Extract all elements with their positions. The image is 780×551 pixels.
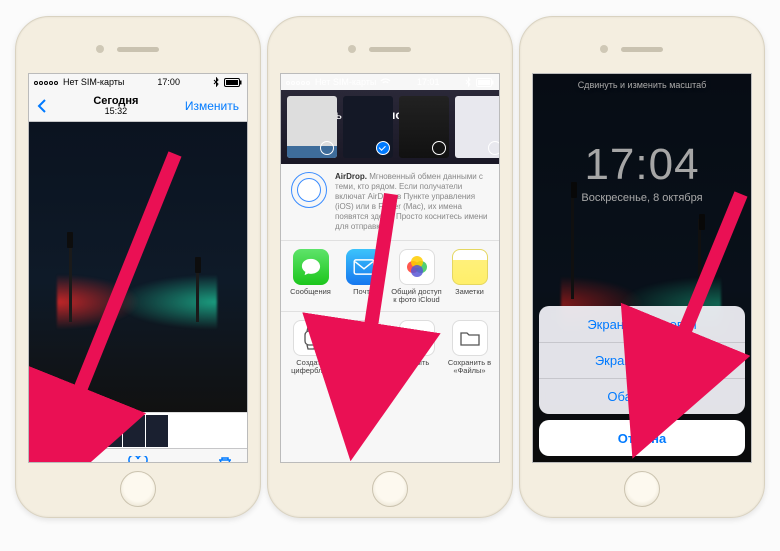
app-label: Общий доступ к фото iCloud xyxy=(391,288,441,305)
watchface-icon xyxy=(293,320,329,356)
home-button[interactable] xyxy=(372,471,408,507)
bluetooth-icon xyxy=(213,77,220,87)
share-sheet-thumbs[interactable]: Отменить Выбрано 1 фото xyxy=(281,90,499,164)
phone-camera xyxy=(348,45,356,53)
status-bar: Нет SIM-карты 17:01 xyxy=(281,74,499,90)
edit-button[interactable]: Изменить xyxy=(185,99,239,113)
airdrop-icon xyxy=(291,172,327,208)
phone3-screen: Сдвинуть и изменить масштаб 17:04 Воскре… xyxy=(532,73,752,463)
action-label: Создать циферблат xyxy=(291,359,330,376)
share-thumb[interactable] xyxy=(399,96,449,158)
battery-icon xyxy=(224,78,242,87)
app-icloud-sharing[interactable]: Общий доступ к фото iCloud xyxy=(391,249,442,305)
share-icon[interactable] xyxy=(43,455,59,464)
status-bar: Нет SIM-карты 17:00 xyxy=(29,74,247,90)
phone2-screen: Нет SIM-карты 17:01 Отменить Выбрано 1 ф… xyxy=(280,73,500,463)
thumb[interactable] xyxy=(31,415,53,447)
share-thumb[interactable] xyxy=(287,96,337,158)
action-label: Сохранить в «Файлы» xyxy=(448,359,491,376)
hide-icon xyxy=(399,320,435,356)
nav-title: Сегодня 15:32 xyxy=(93,95,138,117)
trash-icon[interactable] xyxy=(217,456,233,464)
phone-camera xyxy=(96,45,104,53)
phone-camera xyxy=(600,45,608,53)
action-wallpaper[interactable]: Сделать обоями xyxy=(338,320,389,376)
action-watchface[interactable]: Создать циферблат xyxy=(285,320,336,376)
app-label: Сообщения xyxy=(290,288,331,304)
status-time: 17:00 xyxy=(157,77,180,87)
set-home-screen[interactable]: Экран «Домой» xyxy=(539,342,745,378)
wallpaper-icon xyxy=(346,320,382,356)
share-thumb[interactable] xyxy=(455,96,500,158)
battery-icon xyxy=(476,78,494,87)
airdrop-row[interactable]: AirDrop. Мгновенный обмен данными с теми… xyxy=(281,164,499,241)
thumb-selected[interactable] xyxy=(77,416,99,446)
wifi-icon xyxy=(380,78,391,87)
share-actions-row: Создать циферблат Сделать обоями Скрыть … xyxy=(281,311,499,382)
home-button[interactable] xyxy=(624,471,660,507)
thumb[interactable] xyxy=(100,415,122,447)
app-notes[interactable]: Заметки xyxy=(444,249,495,305)
thumb[interactable] xyxy=(54,415,76,447)
signal-icon xyxy=(34,77,59,87)
photo-viewer[interactable] xyxy=(29,122,247,412)
phone-speaker xyxy=(369,47,411,52)
messages-icon xyxy=(293,249,329,285)
nav-bar: Сегодня 15:32 Изменить xyxy=(29,90,247,122)
airdrop-text: AirDrop. Мгновенный обмен данными с теми… xyxy=(335,172,489,232)
notes-icon xyxy=(452,249,488,285)
action-hide[interactable]: Скрыть xyxy=(391,320,442,376)
phone-1: Нет SIM-карты 17:00 Сегодня 15:32 Измени… xyxy=(15,16,261,518)
home-button[interactable] xyxy=(120,471,156,507)
share-apps-row: Сообщения Почта Общий доступ к фото iClo… xyxy=(281,241,499,311)
carrier-text: Нет SIM-карты xyxy=(63,77,124,87)
cancel-button[interactable]: Отмена xyxy=(539,420,745,456)
set-both[interactable]: Оба экрана xyxy=(539,378,745,414)
app-label: Заметки xyxy=(455,288,484,304)
bluetooth-icon xyxy=(465,77,472,87)
thumb[interactable] xyxy=(123,415,145,447)
status-time: 17:01 xyxy=(417,77,440,87)
mail-icon xyxy=(346,249,382,285)
app-mail[interactable]: Почта xyxy=(338,249,389,305)
action-save-files[interactable]: Сохранить в «Файлы» xyxy=(444,320,495,376)
phone-speaker xyxy=(621,47,663,52)
action-label: Сделать обоями xyxy=(349,359,378,376)
icloud-icon xyxy=(399,249,435,285)
set-lock-screen[interactable]: Экран блокировки xyxy=(539,306,745,342)
back-button[interactable] xyxy=(37,98,47,114)
bottom-toolbar xyxy=(29,448,247,463)
phone1-screen: Нет SIM-карты 17:00 Сегодня 15:32 Измени… xyxy=(28,73,248,463)
phone-2: Нет SIM-карты 17:01 Отменить Выбрано 1 ф… xyxy=(267,16,513,518)
heart-icon[interactable] xyxy=(128,456,148,464)
phone-3: Сдвинуть и изменить масштаб 17:04 Воскре… xyxy=(519,16,765,518)
action-label: Скрыть xyxy=(404,359,430,375)
signal-icon xyxy=(286,77,311,87)
thumb[interactable] xyxy=(146,415,168,447)
phone-speaker xyxy=(117,47,159,52)
folder-icon xyxy=(452,320,488,356)
thumbnail-strip[interactable] xyxy=(29,412,247,448)
share-thumb-selected[interactable] xyxy=(343,96,393,158)
app-label: Почта xyxy=(353,288,374,304)
action-sheet: Экран блокировки Экран «Домой» Оба экран… xyxy=(539,306,745,456)
app-messages[interactable]: Сообщения xyxy=(285,249,336,305)
carrier-text: Нет SIM-карты xyxy=(315,77,376,87)
